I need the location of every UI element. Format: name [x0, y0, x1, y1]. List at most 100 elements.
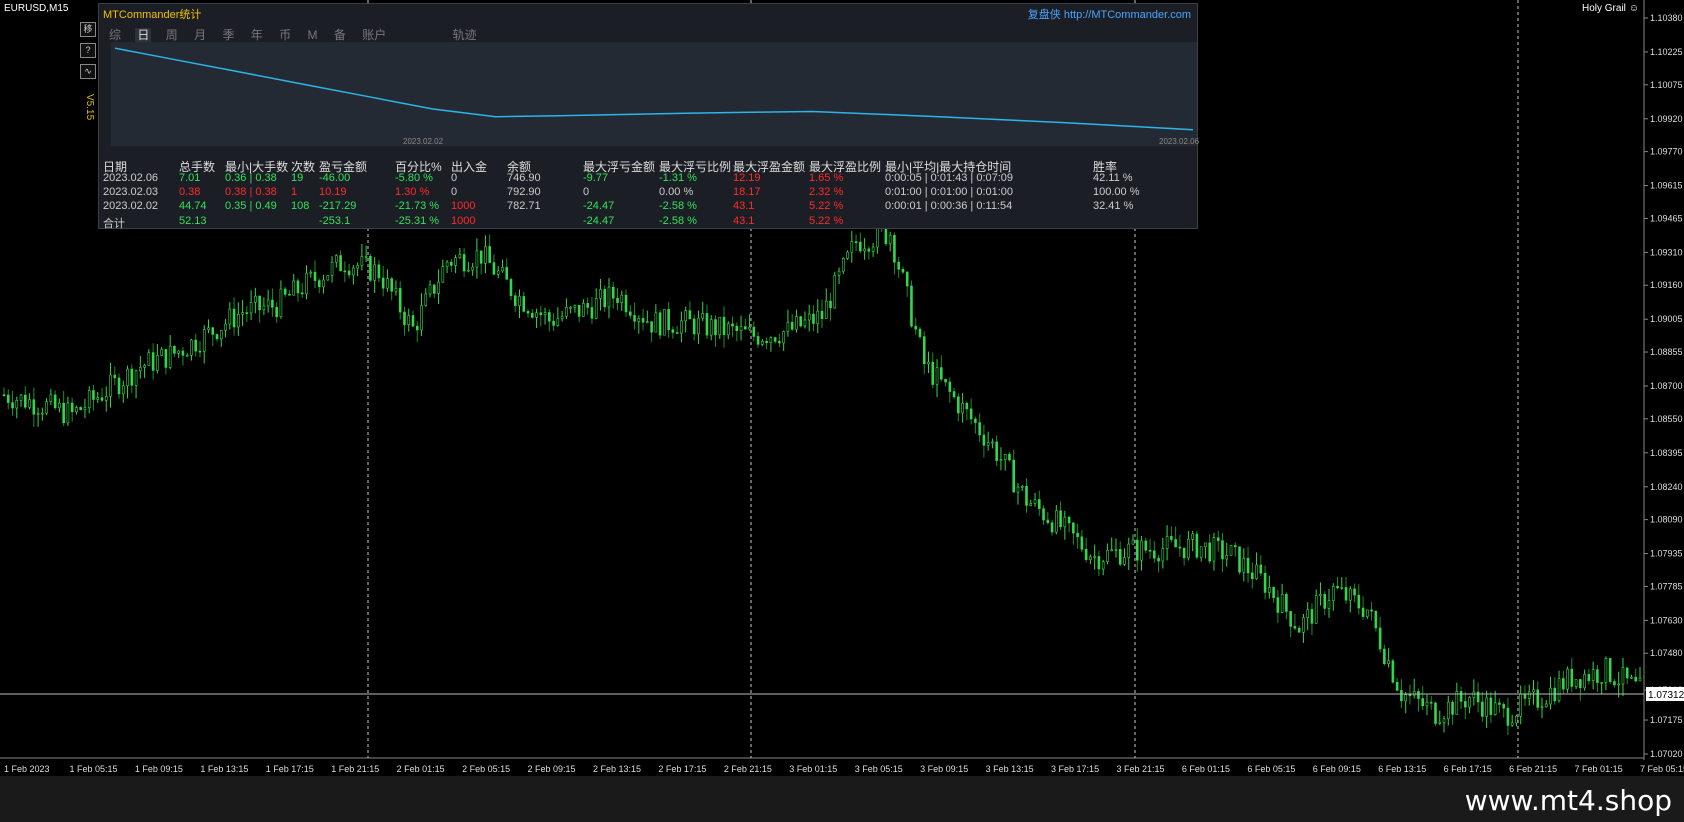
candle-body: [28, 399, 31, 408]
candle-body: [1080, 536, 1084, 550]
help-button[interactable]: ?: [80, 43, 96, 58]
panel-brand[interactable]: 复盘侠 http://MTCommander.com: [1028, 6, 1191, 22]
tab-notes[interactable]: 备: [332, 28, 348, 42]
candle-body: [1029, 503, 1033, 506]
price-tick-label: 1.09615: [1650, 181, 1683, 191]
time-tick-label: 1 Feb 17:15: [266, 764, 314, 774]
time-tick-label: 3 Feb 21:15: [1116, 764, 1164, 774]
candle-body: [1600, 682, 1603, 684]
candle-body: [1297, 627, 1301, 633]
tab-month[interactable]: 月: [192, 28, 208, 42]
tab-quarter[interactable]: 季: [220, 28, 236, 42]
candle-body: [1084, 549, 1088, 560]
candle-body: [513, 295, 517, 306]
brand-name: 复盘侠: [1027, 9, 1061, 21]
candle-body: [496, 270, 500, 275]
candle-body: [369, 255, 372, 281]
candle-body: [1438, 721, 1442, 724]
candle-body: [1195, 533, 1199, 558]
time-tick-label: 3 Feb 05:15: [855, 764, 903, 774]
candle-body: [1523, 693, 1527, 699]
cell-pct: -21.73 %: [395, 200, 440, 212]
candle-body: [518, 296, 521, 306]
total-inout: 1000: [451, 215, 476, 227]
candle-body: [224, 323, 227, 331]
tab-year[interactable]: 年: [249, 28, 265, 42]
candle-body: [684, 310, 687, 322]
candle-body: [1519, 693, 1523, 717]
candle-body: [484, 246, 487, 264]
candle-body: [173, 345, 176, 354]
candle-body: [1148, 549, 1152, 552]
candle-body: [1583, 674, 1586, 689]
cell-pnl: -217.29: [319, 200, 357, 212]
cell-count: 108: [291, 200, 310, 212]
candle-body: [705, 313, 709, 336]
candle-body: [288, 293, 291, 296]
candle-body: [1131, 539, 1135, 545]
candle-body: [1199, 546, 1203, 558]
candle-body: [1515, 715, 1518, 724]
candle-body: [1016, 486, 1020, 493]
tab-currency[interactable]: 币: [277, 28, 293, 42]
candle-body: [914, 325, 918, 330]
move-button[interactable]: 移: [80, 22, 96, 37]
candle-body: [262, 305, 266, 311]
tab-day[interactable]: 日: [135, 28, 152, 42]
candle-body: [450, 261, 453, 266]
candle-body: [1574, 679, 1578, 687]
candle-body: [1076, 532, 1079, 538]
price-tick-label: 1.08855: [1650, 347, 1683, 357]
total-lots: 52.13: [179, 215, 207, 227]
candle-body: [360, 256, 364, 266]
candle-body: [1114, 549, 1118, 551]
candle-body: [901, 268, 905, 273]
time-tick-label: 6 Feb 13:15: [1378, 764, 1426, 774]
candle-body: [1140, 540, 1143, 561]
candle-body: [1212, 537, 1216, 562]
tab-summary[interactable]: 综: [107, 28, 123, 42]
cell-lots: 0.38: [179, 186, 201, 198]
candle-body: [1425, 701, 1429, 707]
candle-body: [616, 297, 619, 303]
equity-line: [114, 47, 1194, 131]
brand-url[interactable]: http://MTCommander.com: [1064, 9, 1191, 21]
candle-body: [1340, 587, 1344, 589]
candle-body: [83, 407, 87, 411]
candle-body: [663, 309, 666, 336]
tab-account[interactable]: 账户: [360, 28, 388, 42]
candle-body: [398, 288, 402, 313]
cell-count: 1: [291, 186, 298, 198]
candle-body: [842, 258, 845, 272]
candle-body: [1059, 510, 1062, 528]
tab-m[interactable]: M: [306, 28, 320, 42]
candle-body: [228, 308, 232, 325]
candle-body: [1089, 556, 1092, 560]
candle-body: [1400, 690, 1403, 702]
candle-body: [577, 305, 581, 317]
candle-body: [871, 246, 875, 252]
candle-body: [32, 399, 36, 415]
candle-body: [6, 394, 10, 403]
tab-track[interactable]: 轨迹: [451, 28, 479, 42]
candle-body: [1050, 522, 1054, 533]
candle-body: [888, 235, 892, 244]
candle-body: [164, 349, 168, 368]
stats-panel: MTCommander统计 复盘侠 http://MTCommander.com…: [98, 3, 1199, 230]
candle-body: [1634, 676, 1638, 682]
cell-minmax: 0.35 | 0.49: [225, 200, 277, 212]
candle-body: [1182, 547, 1186, 559]
candle-body: [837, 270, 841, 276]
candle-body: [522, 296, 526, 312]
price-chart[interactable]: 1.10380 1.10225 1.10075 1.09920 1.09770 1.096…: [0, 0, 1684, 822]
candle-body: [897, 261, 900, 270]
candle-body: [824, 300, 828, 319]
candle-body: [1540, 706, 1544, 709]
candle-body: [1063, 516, 1067, 528]
curve-button[interactable]: ∿: [80, 64, 96, 79]
tab-week[interactable]: 周: [164, 28, 180, 42]
candle-body: [1251, 572, 1254, 580]
candle-body: [867, 248, 871, 252]
time-tick-label: 7 Feb 01:15: [1575, 764, 1623, 774]
candle-body: [1187, 539, 1190, 559]
